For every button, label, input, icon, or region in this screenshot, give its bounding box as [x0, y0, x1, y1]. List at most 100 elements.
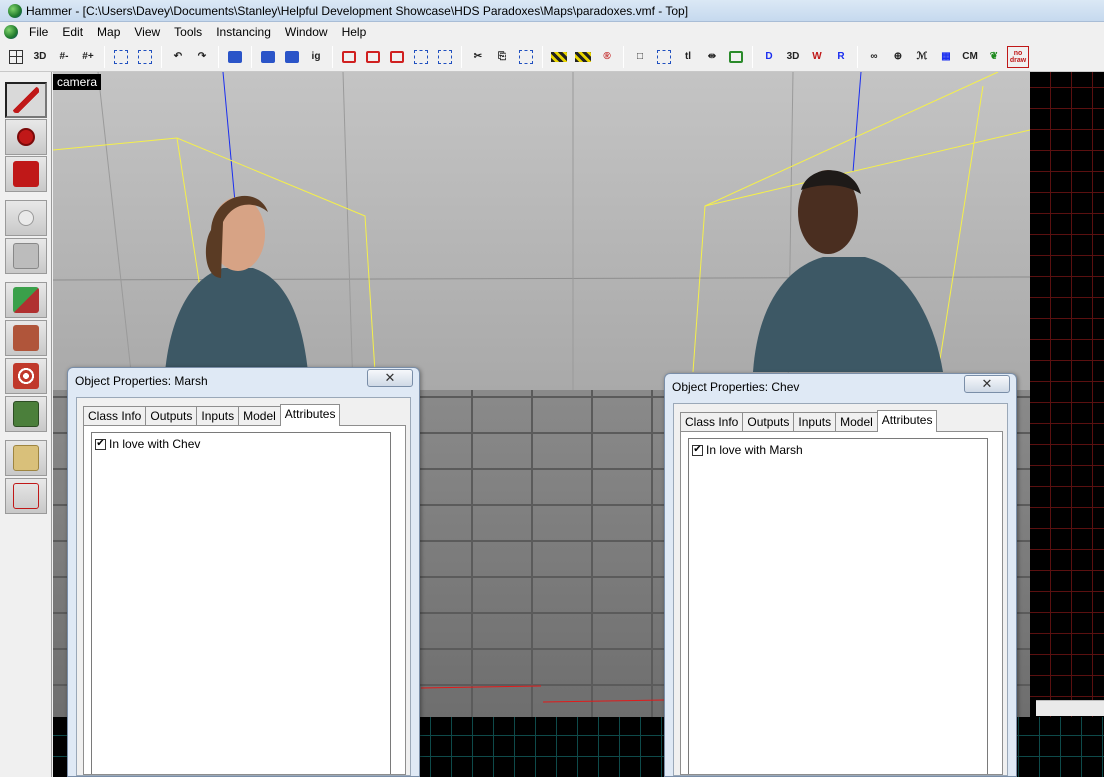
select-box-icon[interactable]: □ [629, 46, 651, 68]
grey-group-icon-2[interactable] [434, 46, 456, 68]
texture-application-tool[interactable] [5, 282, 47, 318]
overlay-icon[interactable]: ▦ [935, 46, 957, 68]
toolbar-separator [218, 45, 219, 68]
window-title: Hammer - [C:\Users\Davey\Documents\Stanl… [26, 3, 689, 18]
camera-tool[interactable] [5, 156, 47, 192]
ig-icon[interactable]: ig [305, 46, 327, 68]
dialog-title: Object Properties: Chev [672, 380, 800, 394]
attribute-item[interactable]: ✔ In love with Chev [95, 437, 200, 451]
close-icon: ✕ [384, 370, 396, 385]
tl-icon[interactable]: tl [677, 46, 699, 68]
selection-tool[interactable] [5, 82, 47, 118]
attribute-checkbox[interactable]: ✔ [692, 444, 703, 456]
top-2d-viewport[interactable] [1030, 72, 1104, 717]
attributes-panel: ✔ In love with Marsh [680, 431, 1003, 775]
menu-instancing[interactable]: Instancing [209, 23, 278, 41]
carve-icon[interactable] [224, 46, 246, 68]
tab-inputs[interactable]: Inputs [196, 406, 240, 426]
grid-smaller-icon[interactable]: #- [53, 46, 75, 68]
clipping-tool[interactable] [5, 440, 47, 476]
toolbar-separator [542, 45, 543, 68]
toolbar-separator [332, 45, 333, 68]
tab-attributes[interactable]: Attributes [876, 410, 938, 432]
grey-group-icon-1[interactable] [410, 46, 432, 68]
redo-icon[interactable]: ↷ [191, 46, 213, 68]
solid-icon[interactable]: D [758, 46, 780, 68]
menu-edit[interactable]: Edit [55, 23, 90, 41]
red-group-icon-1[interactable] [338, 46, 360, 68]
red-group-icon-3[interactable] [386, 46, 408, 68]
select-dashed-icon[interactable] [653, 46, 675, 68]
menu-window[interactable]: Window [278, 23, 335, 41]
ungroup-icon[interactable] [134, 46, 156, 68]
x-axis-line-1 [420, 685, 542, 689]
menu-tools[interactable]: Tools [167, 23, 209, 41]
texture-lock-icon[interactable] [548, 46, 570, 68]
close-button[interactable]: ✕ [964, 375, 1010, 393]
tab-model[interactable]: Model [238, 406, 281, 426]
block-tool[interactable] [5, 238, 47, 274]
attributes-panel: ✔ In love with Chev [83, 425, 406, 775]
title-bar: Hammer - [C:\Users\Davey\Documents\Stanl… [0, 0, 1104, 22]
main-toolbar: 3D #- #+ ↶ ↷ ig ✂ ⎘ ® □ tl ⇹ D 3D W R ∞ … [0, 42, 1104, 72]
apply-texture-tool[interactable] [5, 320, 47, 356]
flip-icon[interactable]: ⇹ [701, 46, 723, 68]
pointer-arrow-icon [13, 87, 39, 113]
menu-view[interactable]: View [127, 23, 167, 41]
toolbar-separator [461, 45, 462, 68]
menu-help[interactable]: Help [335, 23, 374, 41]
entity-tool[interactable] [5, 200, 47, 236]
undo-icon[interactable]: ↶ [167, 46, 189, 68]
textured-icon[interactable]: R [830, 46, 852, 68]
lightmap-icon[interactable]: ℳ [911, 46, 933, 68]
target-icon[interactable]: ⊕ [887, 46, 909, 68]
nodraw-icon[interactable]: no draw [1007, 45, 1029, 68]
horizontal-scrollbar[interactable] [1036, 700, 1104, 716]
marsh-character [165, 195, 308, 372]
toolbar-separator [251, 45, 252, 68]
dialog-title: Object Properties: Marsh [75, 374, 208, 388]
wireframe-icon[interactable]: W [806, 46, 828, 68]
menu-bar: File Edit Map View Tools Instancing Wind… [0, 22, 1104, 42]
tab-model[interactable]: Model [835, 412, 878, 432]
paste-icon[interactable] [515, 46, 537, 68]
decal-tool[interactable] [5, 358, 47, 394]
tab-outputs[interactable]: Outputs [742, 412, 795, 432]
vertex-tool[interactable] [5, 478, 47, 514]
clip-cube-icon [13, 445, 39, 471]
tab-inputs[interactable]: Inputs [793, 412, 837, 432]
cut-icon[interactable]: ✂ [467, 46, 489, 68]
block-cube-icon [13, 243, 39, 269]
attribute-checkbox[interactable]: ✔ [95, 438, 106, 450]
hide-icon[interactable] [281, 46, 303, 68]
copy-icon[interactable]: ⎘ [491, 46, 513, 68]
vertex-icon[interactable] [725, 46, 747, 68]
toolbar-separator [752, 45, 753, 68]
selection-icon[interactable] [257, 46, 279, 68]
tab-strip: Class Info Outputs Inputs Model Attribut… [680, 410, 938, 432]
cm-icon[interactable]: CM [959, 46, 981, 68]
menu-map[interactable]: Map [90, 23, 127, 41]
document-globe-icon[interactable] [4, 25, 18, 39]
cordon-icon[interactable] [572, 46, 594, 68]
close-icon: ✕ [981, 376, 993, 391]
close-button[interactable]: ✕ [367, 369, 413, 387]
grid-3d-icon[interactable]: 3D [29, 46, 51, 68]
link-icon[interactable]: ∞ [863, 46, 885, 68]
grid-larger-icon[interactable]: #+ [77, 46, 99, 68]
tab-outputs[interactable]: Outputs [145, 406, 198, 426]
path-icon[interactable]: 3D [782, 46, 804, 68]
radius-icon[interactable]: ® [596, 46, 618, 68]
grid-icon[interactable] [5, 46, 27, 68]
group-icon[interactable] [110, 46, 132, 68]
tab-attributes[interactable]: Attributes [279, 404, 341, 426]
overlay-tool[interactable] [5, 396, 47, 432]
leaf-icon[interactable]: ❦ [983, 46, 1005, 68]
attribute-item[interactable]: ✔ In love with Marsh [692, 443, 803, 457]
red-group-icon-2[interactable] [362, 46, 384, 68]
menu-file[interactable]: File [22, 23, 55, 41]
tab-class-info[interactable]: Class Info [680, 412, 744, 432]
tab-class-info[interactable]: Class Info [83, 406, 147, 426]
z-axis-line-right [852, 72, 862, 173]
magnify-tool[interactable] [5, 119, 47, 155]
